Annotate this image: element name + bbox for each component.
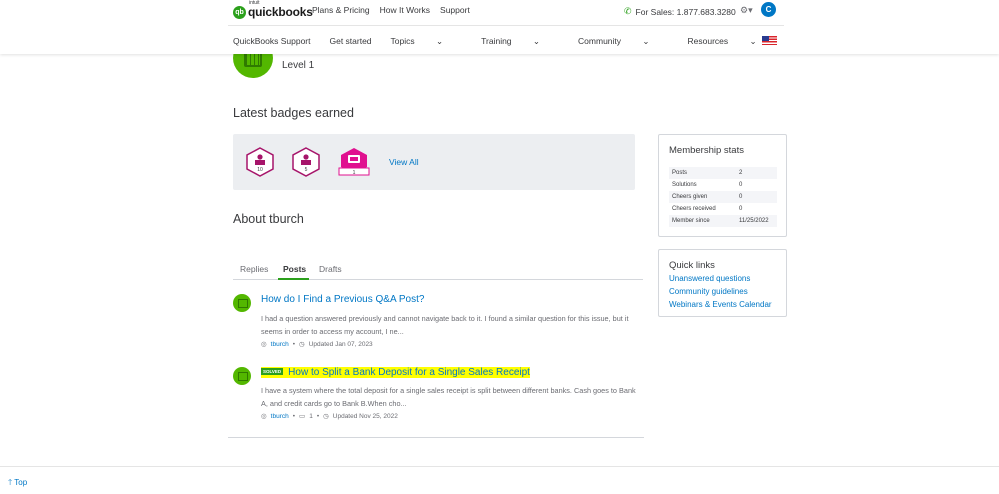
main-nav: QuickBooks Support Get started Topics ⌄ …: [233, 36, 795, 47]
reply-count: 1: [309, 412, 313, 420]
stat-label: Cheers received: [672, 206, 716, 212]
post-meta: ◎ tburch • ◷ Updated Jan 07, 2023: [261, 340, 373, 349]
stat-value: 0: [739, 182, 743, 188]
stat-row: Member since 11/25/2022: [669, 215, 777, 227]
nav-training[interactable]: Training ⌄: [481, 36, 559, 47]
badge-icon[interactable]: 5: [292, 147, 320, 177]
stat-row: Cheers given 0: [669, 191, 777, 203]
user-icon: ◎: [261, 413, 267, 420]
nav-resources-label: Resources: [687, 36, 729, 46]
support-link[interactable]: Support: [440, 5, 470, 15]
posts-bottom-divider: [228, 437, 644, 438]
post-title-link[interactable]: SOLVED How to Split a Bank Deposit for a …: [261, 367, 530, 378]
post-updated: Updated Jan 07, 2023: [308, 340, 373, 348]
profile-tabs: Replies Posts Drafts: [233, 264, 643, 280]
chevron-down-icon: ⌄: [436, 36, 444, 46]
back-to-top-link[interactable]: 🡑 Top: [8, 477, 27, 491]
badge-icon[interactable]: 1: [337, 147, 371, 177]
membership-stats-table: Posts 2 Solutions 0 Cheers given 0 Cheers r…: [669, 167, 777, 227]
badge-icon[interactable]: 10: [246, 147, 274, 177]
solved-badge: SOLVED: [261, 367, 284, 375]
post-meta: ◎ tburch • ▭ 1 • ◷ Updated Nov 25, 2022: [261, 412, 398, 421]
chevron-down-icon: ⌄: [532, 36, 541, 46]
site-header: qb intuit quickbooks Plans & Pricing How…: [0, 0, 999, 54]
badge-count: 1: [353, 170, 356, 176]
nav-training-label: Training: [481, 36, 512, 46]
post-title-text: How to Split a Bank Deposit for a Single…: [288, 367, 530, 378]
clock-icon: ◷: [323, 413, 329, 420]
nav-community-label: Community: [578, 36, 622, 46]
arrow-up-icon: 🡑: [8, 478, 13, 487]
active-tab-indicator: [278, 278, 309, 280]
author-avatar[interactable]: [233, 367, 251, 385]
sales-phone-text: For Sales: 1.877.683.3280: [635, 6, 736, 17]
stat-value: 2: [739, 170, 743, 176]
view-all-badges-link[interactable]: View All: [389, 157, 419, 167]
quickbooks-logo[interactable]: qb intuit quickbooks: [233, 0, 313, 21]
tab-posts[interactable]: Posts: [283, 264, 306, 274]
user-icon: ◎: [261, 341, 267, 348]
stat-value: 11/25/2022: [739, 218, 769, 224]
chevron-down-icon: ⌄: [749, 36, 757, 46]
quick-links-title: Quick links: [669, 260, 715, 271]
webinars-events-link[interactable]: Webinars & Events Calendar: [669, 300, 772, 309]
post-title-link[interactable]: How do I Find a Previous Q&A Post?: [261, 294, 424, 305]
level-text: Level 1: [282, 60, 315, 71]
logo-intuit-text: intuit: [249, 0, 260, 6]
comment-icon: ▭: [299, 413, 306, 420]
author-avatar[interactable]: [233, 294, 251, 312]
badge-count: 5: [305, 167, 308, 173]
nav-quickbooks-support[interactable]: QuickBooks Support: [233, 36, 310, 47]
stat-label: Solutions: [672, 182, 697, 188]
post-author-link[interactable]: tburch: [271, 341, 289, 348]
stat-value: 0: [739, 194, 743, 200]
clock-icon: ◷: [299, 341, 305, 348]
badges-heading: Latest badges earned: [233, 106, 354, 120]
settings-globe-icon[interactable]: ⚙▾: [740, 5, 753, 16]
badges-panel: 10 5 1 View All: [233, 134, 635, 190]
membership-stats-title: Membership stats: [669, 145, 744, 156]
stat-label: Member since: [672, 218, 710, 224]
nav-topics-label: Topics: [390, 36, 415, 46]
nav-community[interactable]: Community ⌄: [578, 36, 668, 47]
about-heading: About tburch: [233, 212, 304, 226]
post-author-link[interactable]: tburch: [271, 413, 289, 420]
nav-get-started[interactable]: Get started: [329, 36, 371, 47]
stat-row: Solutions 0: [669, 179, 777, 191]
qb-logo-icon: qb: [233, 5, 246, 19]
user-avatar[interactable]: C: [761, 2, 776, 17]
logo-quickbooks-text: quickbooks: [248, 5, 313, 19]
stat-value: 0: [739, 206, 743, 212]
tab-replies[interactable]: Replies: [240, 264, 268, 274]
membership-stats-card: Membership stats Posts 2 Solutions 0 Cheer…: [658, 134, 787, 237]
sales-phone[interactable]: ✆ For Sales: 1.877.683.3280: [624, 6, 736, 17]
back-to-top-label: Top: [14, 478, 28, 487]
meta-separator: •: [292, 412, 296, 420]
us-flag-icon[interactable]: [762, 36, 777, 45]
page-footer: 🡑 Top: [0, 466, 999, 494]
stat-row: Posts 2: [669, 167, 777, 179]
phone-icon: ✆: [624, 6, 632, 16]
stat-label: Cheers given: [672, 194, 708, 200]
plans-pricing-link[interactable]: Plans & Pricing: [312, 5, 370, 15]
chevron-down-icon: ⌄: [642, 36, 650, 46]
post-excerpt: I have a system where the total deposit …: [261, 386, 636, 408]
header-divider: [228, 25, 784, 26]
how-it-works-link[interactable]: How It Works: [380, 5, 430, 15]
tab-drafts[interactable]: Drafts: [319, 264, 342, 274]
quick-links-card: Quick links Unanswered questions Communi…: [658, 249, 787, 317]
stat-row: Cheers received 0: [669, 203, 777, 215]
unanswered-questions-link[interactable]: Unanswered questions: [669, 274, 750, 283]
stat-label: Posts: [672, 170, 688, 176]
post-excerpt: I had a question answered previously and…: [261, 314, 629, 336]
community-guidelines-link[interactable]: Community guidelines: [669, 287, 748, 296]
top-links: Plans & Pricing How It Works Support: [312, 5, 470, 15]
badge-count: 10: [257, 167, 263, 173]
meta-separator: •: [292, 340, 296, 348]
post-updated: Updated Nov 25, 2022: [332, 412, 398, 420]
meta-separator: •: [316, 412, 320, 420]
nav-topics[interactable]: Topics ⌄: [391, 36, 463, 47]
